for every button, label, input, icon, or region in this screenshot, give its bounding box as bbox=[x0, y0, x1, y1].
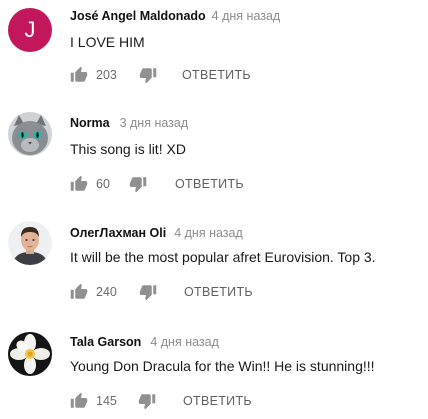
comment-text: I LOVE HIM bbox=[70, 34, 145, 50]
avatar[interactable]: J bbox=[8, 8, 52, 52]
thumbs-up-icon[interactable] bbox=[70, 392, 88, 410]
like-count: 145 bbox=[96, 394, 117, 408]
cat-avatar-icon bbox=[8, 112, 52, 156]
avatar[interactable] bbox=[8, 332, 52, 376]
avatar[interactable] bbox=[8, 112, 52, 156]
comment-text: Young Don Dracula for the Win!! He is st… bbox=[70, 358, 375, 374]
author-name[interactable]: Norma bbox=[70, 116, 110, 130]
thumbs-up-icon[interactable] bbox=[70, 175, 88, 193]
avatar[interactable] bbox=[8, 221, 52, 265]
thumbs-up-icon[interactable] bbox=[70, 66, 88, 84]
like-count: 203 bbox=[96, 68, 117, 82]
thumbs-down-icon[interactable] bbox=[139, 66, 157, 84]
like-count: 240 bbox=[96, 285, 117, 299]
reply-button[interactable]: ОТВЕТИТЬ bbox=[182, 66, 251, 84]
author-name[interactable]: ОлегЛахман Oli bbox=[70, 226, 166, 240]
flower-avatar-icon bbox=[8, 332, 52, 376]
comment-text: This song is lit! XD bbox=[70, 141, 186, 157]
thumbs-up-icon[interactable] bbox=[70, 283, 88, 301]
reply-button[interactable]: ОТВЕТИТЬ bbox=[175, 175, 244, 193]
reply-button[interactable]: ОТВЕТИТЬ bbox=[184, 283, 253, 301]
thumbs-down-icon[interactable] bbox=[139, 283, 157, 301]
like-count: 60 bbox=[96, 177, 110, 191]
reply-button[interactable]: ОТВЕТИТЬ bbox=[183, 392, 252, 410]
timestamp[interactable]: 3 дня назад bbox=[120, 116, 189, 130]
man-avatar-icon bbox=[8, 221, 52, 265]
author-name[interactable]: Tala Garson bbox=[70, 335, 141, 349]
timestamp[interactable]: 4 дня назад bbox=[174, 226, 243, 240]
timestamp[interactable]: 4 дня назад bbox=[212, 9, 281, 23]
comment-text: It will be the most popular afret Eurovi… bbox=[70, 249, 376, 265]
timestamp[interactable]: 4 дня назад bbox=[150, 335, 219, 349]
thumbs-down-icon[interactable] bbox=[129, 175, 147, 193]
thumbs-down-icon[interactable] bbox=[138, 392, 156, 410]
author-name[interactable]: José Angel Maldonado bbox=[70, 9, 206, 23]
